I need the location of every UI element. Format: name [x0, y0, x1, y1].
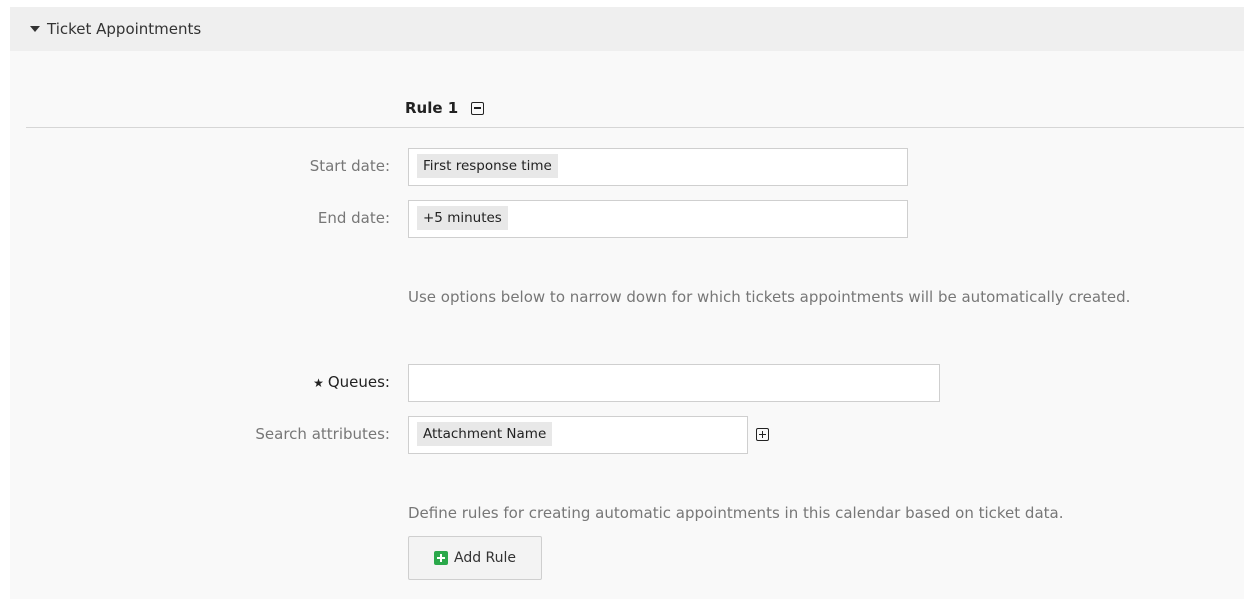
plus-square-icon[interactable]: [756, 428, 769, 441]
divider: [26, 127, 1244, 128]
panel-header[interactable]: Ticket Appointments: [10, 7, 1244, 51]
end-date-field[interactable]: +5 minutes: [408, 200, 908, 238]
start-date-value: First response time: [417, 154, 558, 178]
narrow-options-help: Use options below to narrow down for whi…: [408, 288, 1131, 306]
search-attributes-value: Attachment Name: [417, 422, 553, 446]
end-date-value: +5 minutes: [417, 206, 508, 230]
end-date-label: End date:: [317, 209, 390, 227]
plus-green-icon: [433, 551, 448, 565]
start-date-label: Start date:: [309, 157, 390, 175]
required-star-icon: ★: [313, 376, 324, 390]
add-rule-button[interactable]: Add Rule: [408, 536, 542, 580]
ticket-appointments-panel: Ticket Appointments Rule 1 Start date: F…: [10, 7, 1244, 599]
define-rules-help: Define rules for creating automatic appo…: [408, 504, 1064, 522]
search-attributes-field[interactable]: Attachment Name: [408, 416, 748, 454]
rule-title: Rule 1: [405, 99, 459, 117]
rule-heading: Rule 1: [405, 99, 485, 117]
caret-down-icon[interactable]: [30, 26, 40, 32]
queues-label: ★ Queues:: [10, 373, 390, 391]
start-date-field[interactable]: First response time: [408, 148, 908, 186]
queues-label-text: Queues:: [327, 373, 390, 391]
minus-square-icon[interactable]: [471, 101, 485, 115]
panel-title: Ticket Appointments: [47, 20, 202, 38]
search-attributes-label: Search attributes:: [255, 425, 390, 443]
add-rule-label: Add Rule: [453, 550, 517, 566]
queues-input[interactable]: [408, 364, 940, 402]
